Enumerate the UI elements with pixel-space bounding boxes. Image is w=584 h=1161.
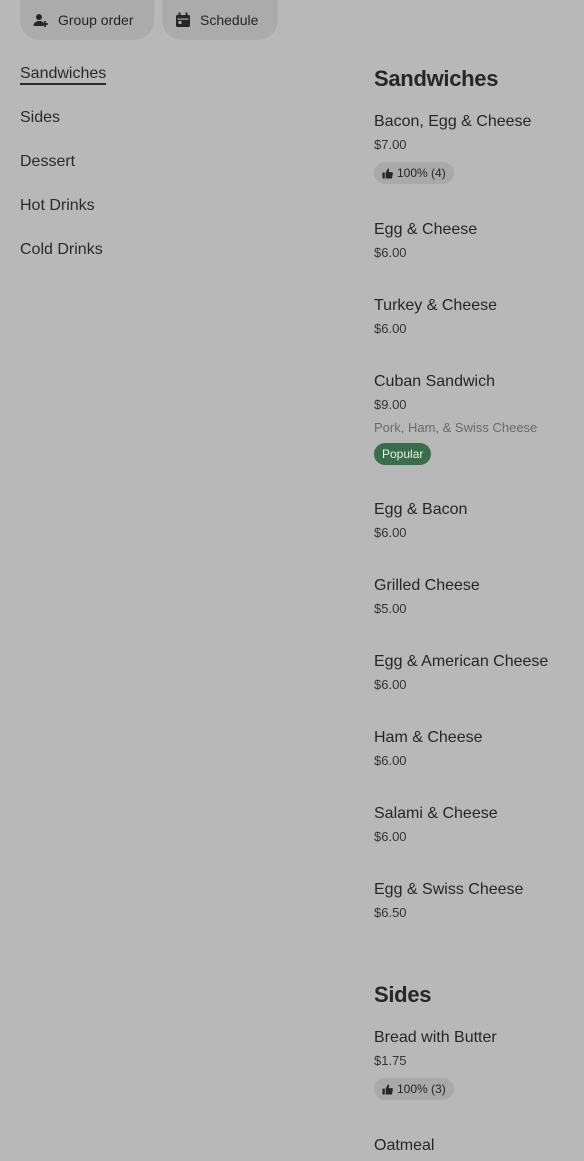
- item-name: Ham & Cheese: [374, 729, 483, 746]
- item-name: Egg & Swiss Cheese: [374, 881, 524, 898]
- item-name: Cuban Sandwich: [374, 373, 495, 390]
- group-order-button[interactable]: Group order: [20, 0, 154, 40]
- thumbs-up-icon: [382, 1083, 393, 1095]
- calendar-icon: [174, 11, 192, 29]
- popular-badge: Popular: [374, 443, 432, 465]
- item-name: Egg & Bacon: [374, 501, 468, 518]
- rating-text: 100% (3): [397, 1082, 446, 1096]
- menu-item[interactable]: Bacon, Egg & Cheese $7.00 100% (4): [374, 112, 584, 184]
- rating-text: 100% (4): [397, 166, 446, 180]
- menu-item[interactable]: Bread with Butter $1.75 100% (3): [374, 1028, 584, 1100]
- schedule-label: Schedule: [200, 12, 259, 28]
- item-price: $9.00: [374, 397, 407, 412]
- rating-badge: 100% (3): [374, 1078, 454, 1100]
- menu-item[interactable]: Egg & Bacon $6.00: [374, 500, 584, 541]
- item-price: $6.00: [374, 677, 407, 692]
- item-name: Oatmeal: [374, 1137, 435, 1154]
- nav-item-hot-drinks[interactable]: Hot Drinks: [20, 194, 106, 238]
- item-name: Bread with Butter: [374, 1029, 497, 1046]
- item-price: $6.00: [374, 829, 407, 844]
- item-price: $6.50: [374, 905, 407, 920]
- nav-item-label: Cold Drinks: [20, 241, 103, 258]
- menu-item[interactable]: Ham & Cheese $6.00: [374, 728, 584, 769]
- menu-item[interactable]: Grilled Cheese $5.00: [374, 576, 584, 617]
- section-title-sandwiches: Sandwiches: [374, 66, 499, 91]
- menu-item[interactable]: Oatmeal: [374, 1136, 584, 1156]
- menu-item[interactable]: Egg & Cheese $6.00: [374, 220, 584, 261]
- menu-item[interactable]: Egg & Swiss Cheese $6.50: [374, 880, 584, 921]
- nav-item-label: Sandwiches: [20, 65, 107, 85]
- schedule-button[interactable]: Schedule: [162, 0, 278, 40]
- item-description: Pork, Ham, & Swiss Cheese: [374, 420, 538, 435]
- nav-item-cold-drinks[interactable]: Cold Drinks: [20, 238, 106, 282]
- item-name: Egg & Cheese: [374, 221, 478, 238]
- menu-item[interactable]: Egg & American Cheese $6.00: [374, 652, 584, 693]
- nav-item-label: Sides: [20, 109, 61, 126]
- item-name: Turkey & Cheese: [374, 297, 498, 314]
- nav-item-label: Hot Drinks: [20, 197, 95, 214]
- nav-item-sandwiches[interactable]: Sandwiches: [20, 62, 107, 106]
- item-price: $6.00: [374, 321, 407, 336]
- nav-item-label: Dessert: [20, 153, 76, 170]
- category-nav: Sandwiches Sides Dessert Hot Drinks Cold…: [20, 62, 107, 282]
- group-order-label: Group order: [58, 12, 134, 28]
- menu-item[interactable]: Salami & Cheese $6.00: [374, 804, 584, 845]
- add-person-icon: [32, 11, 50, 29]
- menu-item[interactable]: Turkey & Cheese $6.00: [374, 296, 584, 337]
- item-price: $6.00: [374, 753, 407, 768]
- thumbs-up-icon: [382, 167, 393, 179]
- section-title-sides: Sides: [374, 982, 432, 1007]
- item-name: Salami & Cheese: [374, 805, 498, 822]
- item-name: Grilled Cheese: [374, 577, 480, 594]
- item-price: $6.00: [374, 525, 407, 540]
- item-price: $7.00: [374, 137, 407, 152]
- rating-badge: 100% (4): [374, 162, 454, 184]
- item-name: Bacon, Egg & Cheese: [374, 113, 532, 130]
- nav-item-dessert[interactable]: Dessert: [20, 150, 106, 194]
- menu-item[interactable]: Cuban Sandwich $9.00 Pork, Ham, & Swiss …: [374, 372, 584, 465]
- nav-item-sides[interactable]: Sides: [20, 106, 106, 150]
- item-price: $6.00: [374, 245, 407, 260]
- item-price: $1.75: [374, 1053, 407, 1068]
- item-name: Egg & American Cheese: [374, 653, 549, 670]
- item-price: $5.00: [374, 601, 407, 616]
